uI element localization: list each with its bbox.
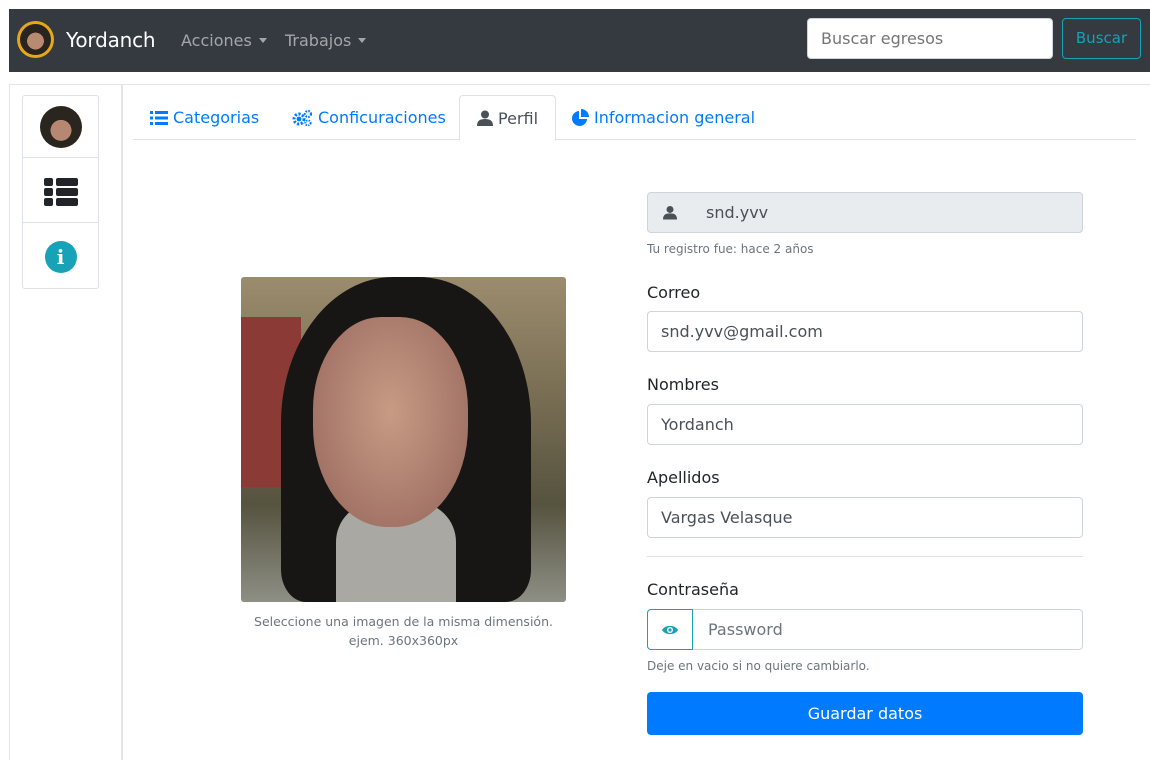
menu-trabajos-label: Trabajos — [285, 31, 352, 50]
top-navbar: Yordanch Acciones Trabajos Buscar — [9, 9, 1150, 72]
pie-chart-icon — [572, 108, 589, 126]
tab-informacion-general[interactable]: Informacion general — [554, 95, 772, 140]
tab-conficuraciones-label: Conficuraciones — [318, 108, 446, 127]
eye-icon — [662, 625, 678, 634]
surnames-label: Apellidos — [647, 468, 720, 487]
user-icon — [477, 110, 493, 126]
user-icon — [648, 193, 692, 232]
username-value: snd.yvv — [706, 203, 769, 222]
tab-conficuraciones[interactable]: Conficuraciones — [274, 95, 463, 140]
photo-caption: Seleccione una imagen de la misma dimens… — [241, 612, 566, 650]
show-password-button[interactable] — [647, 609, 693, 650]
side-nav: i — [22, 95, 99, 289]
side-item-info[interactable]: i — [23, 226, 98, 288]
tab-perfil[interactable]: Perfil — [459, 95, 557, 141]
brand-name[interactable]: Yordanch — [66, 28, 156, 52]
names-field[interactable]: Yordanch — [647, 404, 1083, 445]
email-field[interactable]: snd.yvv@gmail.com — [647, 311, 1083, 352]
tab-informacion-general-label: Informacion general — [594, 108, 756, 127]
profile-tabs: Categorias Conficuraciones Perfil Inform… — [133, 95, 1136, 141]
password-hint: Deje en vacio si no quiere cambiarlo. — [647, 659, 870, 673]
names-label: Nombres — [647, 375, 719, 394]
profile-photo[interactable] — [241, 277, 566, 602]
caret-down-icon — [258, 38, 267, 43]
brand-avatar[interactable] — [17, 21, 54, 58]
tab-perfil-label: Perfil — [498, 108, 539, 128]
password-placeholder: Password — [708, 620, 783, 639]
menu-trabajos[interactable]: Trabajos — [285, 31, 367, 50]
menu-acciones[interactable]: Acciones — [181, 31, 267, 50]
photo-caption-line2: ejem. 360x360px — [348, 633, 459, 648]
side-item-list[interactable] — [23, 161, 98, 223]
email-label: Correo — [647, 283, 701, 302]
list-icon — [43, 177, 78, 206]
gears-icon — [292, 109, 313, 126]
caret-down-icon — [358, 38, 367, 43]
surnames-field[interactable]: Vargas Velasque — [647, 497, 1083, 538]
form-divider — [647, 556, 1083, 557]
username-field: snd.yvv — [647, 192, 1083, 233]
search-button[interactable]: Buscar — [1062, 18, 1141, 59]
password-field[interactable]: Password — [647, 609, 1083, 650]
photo-caption-line1: Seleccione una imagen de la misma dimens… — [254, 614, 553, 629]
user-avatar — [39, 105, 82, 148]
search-input[interactable] — [807, 18, 1053, 59]
password-label: Contraseña — [647, 580, 739, 599]
info-icon: i — [44, 241, 77, 273]
side-item-profile[interactable] — [23, 96, 98, 158]
registered-note: Tu registro fue: hace 2 años — [647, 242, 814, 256]
save-button[interactable]: Guardar datos — [647, 692, 1083, 735]
menu-acciones-label: Acciones — [181, 31, 252, 50]
tab-categorias-label: Categorias — [173, 108, 260, 127]
list-icon — [150, 110, 168, 125]
tab-categorias[interactable]: Categorias — [133, 95, 276, 140]
